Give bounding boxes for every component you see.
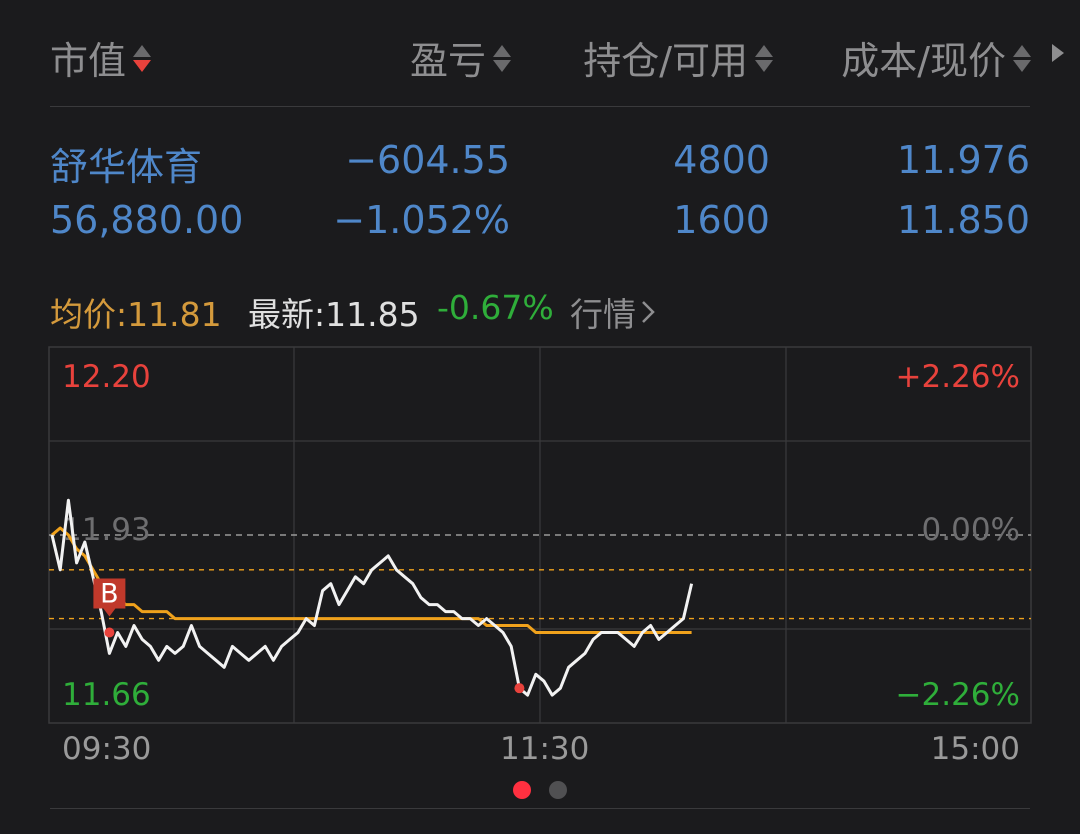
buy-marker-label: B	[100, 579, 119, 610]
trade-point-marker	[514, 683, 525, 694]
x-tick-close: 15:00	[930, 731, 1020, 767]
sort-holding[interactable]: 持仓/可用	[583, 30, 774, 85]
sort-market-value[interactable]: 市值	[50, 30, 152, 85]
col-pnl-label: 盈亏	[409, 39, 486, 83]
sort-arrows-icon	[132, 41, 152, 75]
cost-price: 11.976	[897, 138, 1030, 182]
sort-arrows-icon	[1012, 41, 1032, 75]
trade-point-marker	[104, 627, 115, 638]
pct-label-bottom: −2.26%	[896, 677, 1020, 713]
col-market-value-label: 市值	[50, 39, 127, 83]
pnl-amount: −604.55	[345, 138, 510, 182]
quote-detail-label: 行情	[570, 295, 636, 334]
latest-price-value: 11.85	[325, 295, 420, 334]
market-value: 56,880.00	[50, 198, 244, 242]
quote-detail-link[interactable]: 行情	[570, 288, 656, 336]
page-dot-active[interactable]	[513, 781, 531, 799]
divider	[50, 808, 1030, 809]
pct-label-top: +2.26%	[896, 359, 1020, 395]
buy-marker[interactable]: B	[93, 578, 126, 617]
avg-price: 均价:11.81	[50, 288, 222, 336]
avg-price-value: 11.81	[127, 295, 222, 334]
pnl-percent: −1.052%	[333, 198, 510, 242]
y-label-top: 12.20	[62, 359, 151, 395]
position-table-header: 市值 盈亏 持仓/可用 成本/现价	[0, 0, 1080, 106]
sort-arrows-icon	[754, 41, 774, 75]
col-cost-price-label: 成本/现价	[841, 39, 1006, 83]
page-dot[interactable]	[549, 781, 567, 799]
sort-cost-price[interactable]: 成本/现价	[841, 30, 1032, 85]
scroll-right-icon[interactable]	[1052, 44, 1064, 62]
divider	[50, 106, 1030, 107]
intraday-chart[interactable]: 12.20 11.93 11.66 +2.26% 0.00% −2.26% B	[48, 346, 1032, 724]
col-holding-label: 持仓/可用	[583, 39, 748, 83]
x-tick-open: 09:30	[62, 731, 152, 767]
change-percent: -0.67%	[437, 288, 554, 327]
x-tick-midday: 11:30	[500, 731, 590, 767]
stock-name: 舒华体育	[50, 145, 203, 189]
latest-price: 最新:11.85	[248, 288, 420, 336]
latest-price-label: 最新:	[248, 295, 326, 334]
avg-price-label: 均价:	[50, 295, 128, 334]
sort-arrows-icon	[492, 41, 512, 75]
current-price: 11.850	[897, 198, 1030, 242]
sort-pnl[interactable]: 盈亏	[410, 30, 512, 85]
holding-qty: 4800	[673, 138, 770, 182]
chevron-right-icon	[642, 301, 655, 323]
y-label-bottom: 11.66	[62, 677, 151, 713]
pct-label-mid: 0.00%	[922, 512, 1020, 548]
available-qty: 1600	[673, 198, 770, 242]
